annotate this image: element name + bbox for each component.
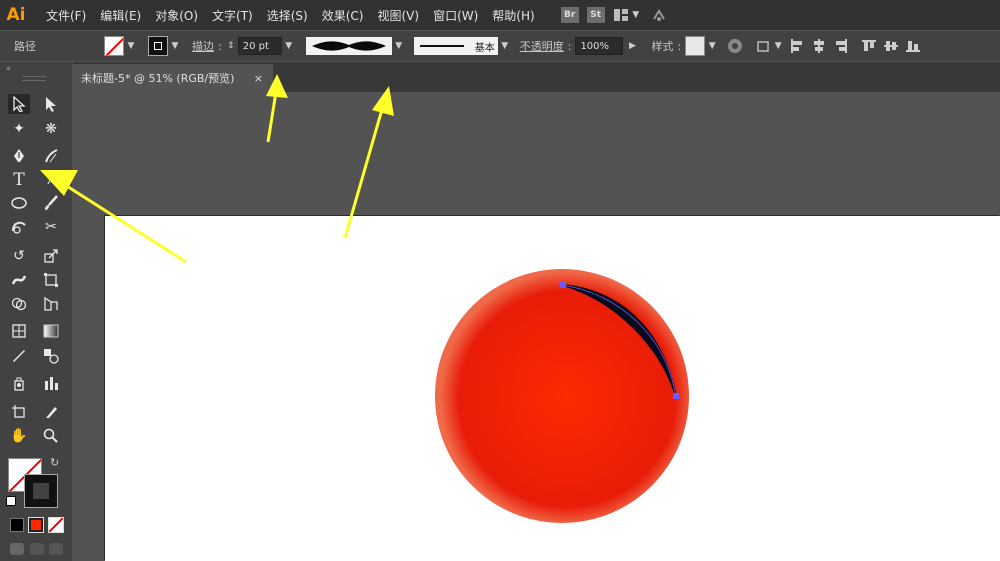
fill-dropdown-chevron-icon[interactable]: ▼ <box>124 37 138 55</box>
colon-separator: : <box>218 39 222 53</box>
profile-chevron-icon[interactable]: ▼ <box>392 37 406 55</box>
style-chevron-icon[interactable]: ▼ <box>705 37 719 55</box>
align-center-icon[interactable] <box>811 38 827 54</box>
tools-panel: « ✦ ❋ T ⁄ ✂ ↺ ✋ ↻ <box>0 62 72 561</box>
align-left-icon[interactable] <box>789 38 805 54</box>
draw-behind-icon[interactable] <box>30 543 44 555</box>
gradient-mode-button[interactable] <box>28 517 44 533</box>
close-icon[interactable]: × <box>254 72 263 85</box>
free-transform-tool-icon[interactable] <box>40 270 62 290</box>
panel-collapse-icon[interactable]: « <box>6 64 11 73</box>
align-right-icon[interactable] <box>833 38 849 54</box>
mesh-tool-icon[interactable] <box>8 321 30 341</box>
align-middle-icon[interactable] <box>883 38 899 54</box>
pen-tool-icon[interactable] <box>8 146 30 166</box>
colon-separator: : <box>677 39 682 53</box>
eyedropper-tool-icon[interactable] <box>8 346 30 366</box>
direct-selection-tool-icon[interactable] <box>40 94 62 114</box>
menu-object[interactable]: 对象(O) <box>155 7 198 24</box>
stroke-weight-input[interactable]: 20 pt <box>237 37 282 55</box>
opacity-label[interactable]: 不透明度 <box>520 38 564 54</box>
menu-window[interactable]: 窗口(W) <box>433 7 478 24</box>
menu-bar: Ai 文件(F) 编辑(E) 对象(O) 文字(T) 选择(S) 效果(C) 视… <box>0 0 1000 30</box>
layout-grid-icon[interactable] <box>613 7 629 23</box>
stock-button[interactable]: St <box>586 7 605 23</box>
stroke-weight-chevron-icon[interactable]: ▼ <box>282 37 296 55</box>
layout-dropdown-chevron-icon[interactable]: ▼ <box>629 6 643 24</box>
scale-tool-icon[interactable] <box>40 246 62 266</box>
stroke-stepper-icon[interactable]: ⇕ <box>226 38 236 54</box>
paintbrush-tool-icon[interactable] <box>40 193 62 213</box>
document-tab[interactable]: 未标题-5* @ 51% (RGB/预览) × <box>73 64 273 92</box>
line-segment-tool-icon[interactable]: ⁄ <box>40 170 62 190</box>
perspective-grid-tool-icon[interactable] <box>40 294 62 314</box>
column-graph-tool-icon[interactable] <box>40 373 62 393</box>
slice-tool-icon[interactable] <box>40 402 62 422</box>
stroke-label[interactable]: 描边 <box>192 38 214 54</box>
document-tab-title: 未标题-5* @ 51% (RGB/预览) <box>81 72 235 85</box>
lasso-tool-icon[interactable]: ❋ <box>40 119 62 139</box>
menu-edit[interactable]: 编辑(E) <box>100 7 141 24</box>
swap-fill-stroke-icon[interactable]: ↻ <box>50 456 59 469</box>
align-top-icon[interactable] <box>861 38 877 54</box>
variable-width-profile[interactable] <box>305 37 392 55</box>
scissors-tool-icon[interactable]: ✂ <box>40 217 62 237</box>
artboard-tool-icon[interactable] <box>8 402 30 422</box>
opacity-input[interactable]: 100% <box>575 37 624 55</box>
panel-grip[interactable] <box>22 76 46 81</box>
gradient-tool-icon[interactable] <box>40 321 62 341</box>
rotate-tool-icon[interactable]: ↺ <box>8 246 30 266</box>
menu-select[interactable]: 选择(S) <box>267 7 308 24</box>
width-tool-icon[interactable] <box>8 270 30 290</box>
opacity-chevron-icon[interactable]: ▶ <box>625 37 639 55</box>
menu-help[interactable]: 帮助(H) <box>492 7 534 24</box>
color-mode-button[interactable] <box>10 518 24 532</box>
menu-view[interactable]: 视图(V) <box>377 7 419 24</box>
menu-file[interactable]: 文件(F) <box>46 7 86 24</box>
sync-icon[interactable] <box>651 7 667 23</box>
menubar-extras: Br St ▼ <box>553 6 667 24</box>
blend-tool-icon[interactable] <box>40 346 62 366</box>
recolor-artwork-icon[interactable] <box>727 38 743 54</box>
style-label: 样式 <box>651 40 674 53</box>
colon-separator: : <box>567 39 572 53</box>
ellipse-tool-icon[interactable] <box>8 193 30 213</box>
document-tab-strip: 未标题-5* @ 51% (RGB/预览) × <box>73 62 1000 92</box>
curvature-tool-icon[interactable] <box>40 146 62 166</box>
selection-type-label: 路径 <box>14 40 36 53</box>
canvas-area[interactable] <box>73 92 1000 561</box>
stroke-swatch[interactable] <box>148 36 168 56</box>
control-bar: 路径 ▼ ▼ 描边 : ⇕ 20 pt ▼ ▼ 基本 ▼ 不透明度 : 100%… <box>0 31 1000 61</box>
magic-wand-tool-icon[interactable]: ✦ <box>8 119 30 139</box>
graphic-style-swatch[interactable] <box>685 36 706 56</box>
draw-inside-icon[interactable] <box>49 543 63 555</box>
zoom-tool-icon[interactable] <box>40 426 62 446</box>
brush-chevron-icon[interactable]: ▼ <box>498 37 512 55</box>
fill-swatch[interactable] <box>104 36 124 56</box>
shaper-tool-icon[interactable] <box>8 217 30 237</box>
menu-effect[interactable]: 效果(C) <box>322 7 364 24</box>
shape-builder-tool-icon[interactable] <box>8 294 30 314</box>
type-tool-icon[interactable]: T <box>8 170 30 190</box>
symbol-sprayer-tool-icon[interactable] <box>8 373 30 393</box>
draw-normal-icon[interactable] <box>10 543 24 555</box>
hand-tool-icon[interactable]: ✋ <box>8 426 30 446</box>
transform-chevron-icon[interactable]: ▼ <box>771 37 785 55</box>
align-bottom-icon[interactable] <box>905 38 921 54</box>
app-logo[interactable]: Ai <box>2 5 30 25</box>
stroke-color-box[interactable] <box>24 474 58 508</box>
transform-icon[interactable] <box>755 38 771 54</box>
selection-tool-icon[interactable] <box>8 94 30 114</box>
bridge-button[interactable]: Br <box>560 7 579 23</box>
none-mode-button[interactable] <box>48 517 64 533</box>
default-colors-icon[interactable] <box>6 496 16 506</box>
menu-type[interactable]: 文字(T) <box>212 7 253 24</box>
stroke-dropdown-chevron-icon[interactable]: ▼ <box>168 37 182 55</box>
brush-definition[interactable]: 基本 <box>413 37 498 55</box>
main-menu: 文件(F) 编辑(E) 对象(O) 文字(T) 选择(S) 效果(C) 视图(V… <box>46 7 549 24</box>
artboard[interactable] <box>105 216 1000 561</box>
